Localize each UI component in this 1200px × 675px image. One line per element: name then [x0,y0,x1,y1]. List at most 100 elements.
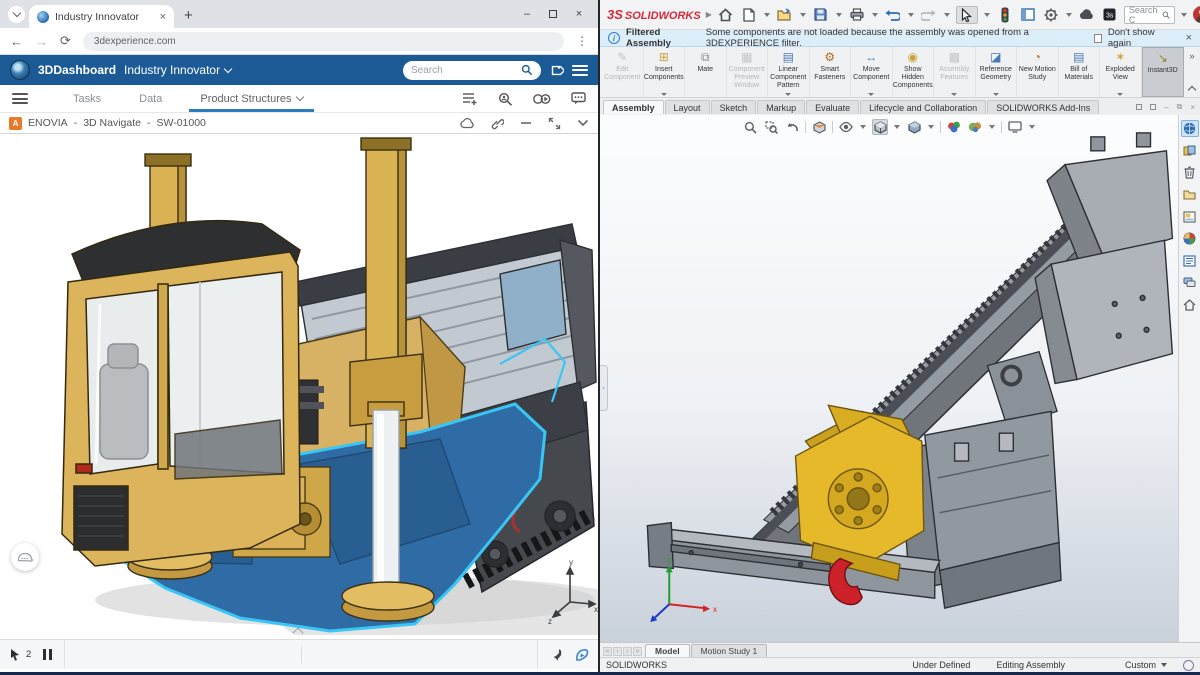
home-pane-icon[interactable] [1181,296,1199,313]
tab-close-icon[interactable]: × [160,11,166,23]
display-style-icon[interactable] [906,119,922,135]
ribbon-reference-geometry[interactable]: ◪Reference Geometry [976,47,1018,97]
3dexperience-pane-icon[interactable] [1181,120,1199,137]
player-track[interactable] [64,640,538,669]
rocket-icon[interactable] [550,648,563,661]
tab-solidworks-add-ins[interactable]: SOLIDWORKS Add-Ins [987,100,1099,114]
collaborators-cursor-icon[interactable] [9,648,22,661]
doc-icon[interactable] [1136,104,1142,110]
ribbon-mate[interactable]: ⧉Mate [685,47,727,97]
doc-minimize[interactable]: – [1164,103,1168,112]
dropdown-caret[interactable] [894,125,900,129]
open-button[interactable] [776,6,794,24]
notice-close-icon[interactable]: × [1186,32,1192,44]
appearances-scenes-icon[interactable] [1181,230,1199,247]
ribbon-overflow-icon[interactable]: » [1189,51,1194,61]
3dplay-media-icon[interactable] [533,93,551,105]
viewport-collapse-chevron[interactable] [294,628,304,634]
tabs-menu-icon[interactable] [12,93,28,104]
previous-view-icon[interactable] [784,119,800,135]
dropdown-caret[interactable] [868,93,874,96]
maximize-widget-icon[interactable] [548,117,561,130]
new-document-button[interactable] [740,6,758,24]
save-button[interactable] [812,6,830,24]
tab-product-structures[interactable]: Product Structures [181,85,322,112]
dropdown-caret[interactable] [928,125,934,129]
tab-sketch[interactable]: Sketch [711,100,757,114]
ribbon-smart-fasteners[interactable]: ⚙Smart Fasteners [810,47,852,97]
tag-icon[interactable] [549,63,564,78]
solidworks-viewport[interactable]: y x [600,115,1178,642]
enovia-3d-viewport[interactable]: y x z [0,134,598,635]
select-tool-button[interactable] [956,6,978,24]
view-palette-icon[interactable] [1181,208,1199,225]
motion-study-tab[interactable]: Motion Study 1 [691,644,768,657]
undo-button[interactable] [884,6,902,24]
dropdown-caret[interactable] [1117,93,1123,96]
ribbon-new-motion-study[interactable]: ◔New Motion Study [1017,47,1059,97]
ribbon-exploded-view[interactable]: ✶Exploded View [1100,47,1142,97]
tab-layout[interactable]: Layout [665,100,710,114]
ribbon-insert-components[interactable]: ⊞Insert Components [644,47,686,97]
dont-show-again-checkbox[interactable] [1094,34,1102,43]
units-selector[interactable]: Custom [1125,660,1167,670]
tab-evaluate[interactable]: Evaluate [806,100,859,114]
tab-tasks[interactable]: Tasks [54,85,120,112]
forward-button[interactable]: → [35,34,48,49]
tab-markup[interactable]: Markup [757,100,805,114]
home-button[interactable] [717,6,735,24]
assistant-button[interactable] [11,543,39,571]
tab-scroll-controls[interactable]: «‹›» [600,647,645,657]
section-view-icon[interactable] [811,119,827,135]
dropdown-caret[interactable] [1029,125,1035,129]
dropdown-caret[interactable] [785,93,791,96]
dropdown-caret[interactable] [860,125,866,129]
open-dropdown[interactable] [800,13,806,17]
comments-icon[interactable] [571,92,586,105]
tab-data[interactable]: Data [120,85,181,112]
undo-dropdown[interactable] [908,13,914,17]
zoom-to-area-icon[interactable] [763,119,779,135]
select-dropdown[interactable] [984,13,990,17]
custom-properties-icon[interactable] [1181,252,1199,269]
xpress-status-icon[interactable] [996,6,1014,24]
view-orientation-icon[interactable] [872,119,888,135]
dashboard-menu-icon[interactable] [572,65,588,76]
dropdown-caret[interactable] [661,93,667,96]
browser-tab[interactable]: Industry Innovator × [29,5,174,28]
print-button[interactable] [848,6,866,24]
tab-assembly[interactable]: Assembly [603,100,664,114]
model-tab[interactable]: Model [645,644,690,657]
ribbon-bill-of-materials[interactable]: ▤Bill of Materials [1059,47,1101,97]
view-options-icon[interactable] [462,92,478,105]
minimize-button[interactable]: – [514,0,540,28]
share-link-icon[interactable] [491,117,504,130]
zoom-to-fit-icon[interactable] [742,119,758,135]
tab-lifecycle-collaboration[interactable]: Lifecycle and Collaboration [860,100,986,114]
tab-search-button[interactable] [8,6,25,23]
design-library-icon[interactable] [1181,142,1199,159]
dashboard-title[interactable]: Industry Innovator [124,63,231,77]
redo-button[interactable] [920,6,938,24]
doc-restore[interactable]: ⧉ [1177,102,1183,112]
3dexperience-scope-icon[interactable]: 3s [1101,6,1119,24]
cloud-icon[interactable] [460,118,475,129]
close-button[interactable]: × [566,0,592,28]
new-dropdown[interactable] [764,13,770,17]
new-tab-button[interactable]: + [184,7,193,24]
dashboard-search-input[interactable]: Search [403,61,541,80]
minimize-widget-icon[interactable] [520,117,532,129]
apply-scene-icon[interactable] [967,119,983,135]
feature-manager-collapsed-tab[interactable]: ‹ [600,365,608,411]
search-people-icon[interactable] [498,92,513,106]
reload-button[interactable]: ⟳ [60,33,71,49]
ribbon-move-component[interactable]: ↔Move Component [851,47,893,97]
ribbon-instant3d[interactable]: ↘Instant3D [1142,47,1185,97]
print-dropdown[interactable] [872,13,878,17]
save-dropdown[interactable] [836,13,842,17]
address-bar[interactable]: 3dexperience.com [83,32,564,51]
forum-icon[interactable] [1181,274,1199,291]
menu-expand-arrow[interactable]: ▶ [706,10,712,19]
restore-button[interactable] [540,0,566,28]
options-dropdown[interactable] [1066,13,1072,17]
